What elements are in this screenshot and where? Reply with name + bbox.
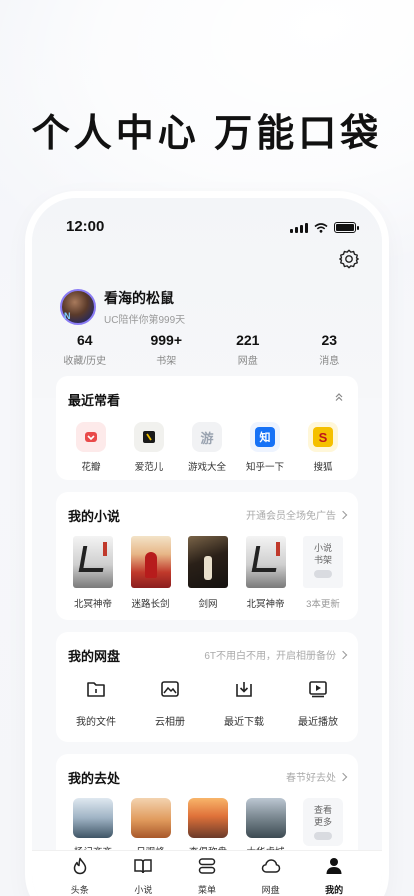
netdisk-recent-downloads[interactable]: 最近下载 [208,680,280,728]
place-thumbnail [73,798,113,838]
place-item[interactable]: 日观峰 [124,798,178,858]
app-zhihu[interactable]: 知 知乎一下 [236,422,294,473]
ifanr-icon [134,422,164,452]
stat-history[interactable]: 64 收藏/历史 [44,332,126,367]
places-promo-link[interactable]: 春节好去处 [286,769,348,784]
places-title: 我的去处 [68,771,121,786]
places-more-button[interactable]: 查看 更多 [296,798,350,858]
app-ifanr[interactable]: 爱范儿 [120,422,178,473]
avatar-badge: N [64,311,71,321]
arrow-pill-icon [314,570,332,578]
fire-icon [73,857,87,875]
phone-frame: 12:00 N 看海的松鼠 UC陪伴你第999天 64 收藏/历史 999+ 书… [32,198,382,896]
novels-title: 我的小说 [68,509,121,524]
netdisk-card: 我的网盘 6T不用白不用，开启相册备份 我的文件 云相册 最近下载 最近播放 [56,632,358,742]
novels-card: 我的小说 开通会员全场免广告 北冥神帝 迷路长剑 剑网 北冥神帝 小说 书架 3… [56,492,358,620]
sohu-icon: S [308,422,338,452]
battery-icon [334,222,359,233]
avatar[interactable]: N [60,289,96,325]
cloud-icon [261,859,280,873]
settings-gear-icon[interactable] [338,248,360,270]
profile-stats: 64 收藏/历史 999+ 书架 221 网盘 23 消息 [44,332,370,367]
place-item[interactable]: 李俱称盘 [181,798,235,858]
book-cover [245,536,286,588]
tab-menu[interactable]: 菜单 [179,851,235,896]
app-huaban[interactable]: 花瓣 [62,422,120,473]
netdisk-cloud-album[interactable]: 云相册 [134,680,206,728]
game-icon: 游 [192,422,222,452]
place-thumbnail [188,798,228,838]
book-item[interactable]: 剑网 [181,536,235,610]
place-thumbnail [245,798,286,838]
place-item[interactable]: 杨记齐齐 [66,798,120,858]
book-icon [134,859,153,874]
tab-headlines[interactable]: 头条 [52,851,108,896]
promo-headline: 个人中心 万能口袋 [31,113,383,155]
tab-mine[interactable]: 我的 [306,851,362,896]
chevron-right-icon [338,650,348,659]
book-item[interactable]: 北冥神帝 [66,536,120,610]
recent-card: 最近常看 花瓣 爱范儿 游 游戏大全 知 知乎一下 S 搜狐 [56,376,358,480]
menu-icon [198,858,216,874]
bottom-tab-bar: 头条 小说 菜单 网盘 我的 [32,850,382,896]
book-cover [130,536,171,588]
zhihu-icon: 知 [250,422,280,452]
collapse-icon[interactable] [334,392,344,402]
app-games[interactable]: 游 游戏大全 [178,422,236,473]
chevron-right-icon [338,510,348,519]
profile-name: 看海的松鼠 [104,290,174,306]
place-item[interactable]: 大华虎城 [239,798,293,858]
stat-bookshelf[interactable]: 999+ 书架 [126,332,208,367]
stat-messages[interactable]: 23 消息 [289,332,371,367]
book-cover [73,536,113,588]
signal-icon [290,222,308,233]
arrow-pill-icon [314,832,332,840]
tab-novels[interactable]: 小说 [115,851,171,896]
huaban-icon [76,422,106,452]
book-item[interactable]: 迷路长剑 [124,536,178,610]
book-item[interactable]: 北冥神帝 [239,536,293,610]
netdisk-recent-play[interactable]: 最近播放 [282,680,354,728]
place-thumbnail [130,798,171,838]
play-icon [309,681,327,698]
status-icons [290,222,359,233]
profile-header[interactable]: N 看海的松鼠 UC陪伴你第999天 [60,288,185,326]
netdisk-my-files[interactable]: 我的文件 [60,680,132,728]
netdisk-title: 我的网盘 [68,649,121,664]
chevron-right-icon [338,772,348,781]
status-bar: 12:00 [32,198,382,242]
recent-title: 最近常看 [68,393,121,408]
profile-subtitle: UC陪伴你第999天 [104,315,186,326]
novel-bookshelf-shortcut[interactable]: 小说 书架 3本更新 [296,536,350,610]
netdisk-promo-link[interactable]: 6T不用白不用，开启相册备份 [204,647,348,662]
tab-netdisk[interactable]: 网盘 [243,851,299,896]
status-time: 12:00 [66,218,105,235]
stat-netdisk[interactable]: 221 网盘 [207,332,289,367]
download-icon [236,682,252,697]
album-icon [161,681,179,697]
user-icon [326,858,342,874]
book-cover [188,536,228,588]
wifi-icon [314,222,328,233]
novels-promo-link[interactable]: 开通会员全场免广告 [246,507,348,522]
folder-icon [87,682,105,697]
app-sohu[interactable]: S 搜狐 [294,422,352,473]
